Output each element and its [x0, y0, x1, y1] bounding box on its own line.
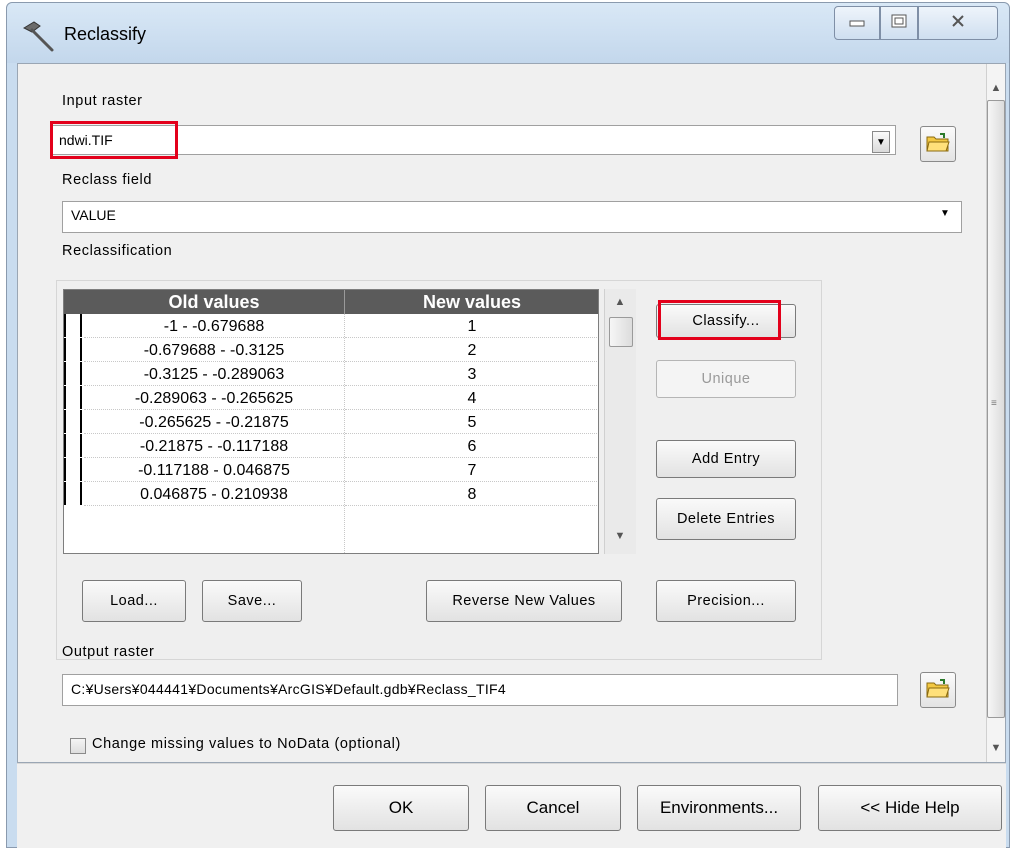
table-row[interactable]: -0.3125 - -0.289063 3 — [64, 362, 598, 386]
old-value-cell[interactable]: -1 - -0.679688 — [84, 314, 344, 338]
table-row[interactable]: -0.21875 - -0.117188 6 — [64, 434, 598, 458]
new-value-cell[interactable]: 6 — [345, 434, 598, 458]
table-header: Old values New values — [64, 290, 598, 314]
old-value-cell[interactable]: -0.117188 - 0.046875 — [84, 458, 344, 482]
folder-open-icon — [926, 678, 950, 703]
minimize-button[interactable] — [834, 6, 880, 40]
table-row[interactable]: -1 - -0.679688 1 — [64, 314, 598, 338]
unique-button[interactable]: Unique — [656, 360, 796, 398]
hide-help-button[interactable]: << Hide Help — [818, 785, 1002, 831]
reclass-field-value: VALUE — [71, 207, 116, 223]
nodata-checkbox-label[interactable]: Change missing values to NoData (optiona… — [92, 736, 401, 752]
old-value-cell[interactable]: -0.265625 - -0.21875 — [84, 410, 344, 434]
row-selector[interactable] — [64, 458, 82, 481]
row-selector[interactable] — [64, 314, 82, 337]
new-value-cell[interactable]: 3 — [345, 362, 598, 386]
cancel-button[interactable]: Cancel — [485, 785, 621, 831]
table-row[interactable]: -0.117188 - 0.046875 7 — [64, 458, 598, 482]
old-value-cell[interactable]: -0.21875 - -0.117188 — [84, 434, 344, 458]
precision-button[interactable]: Precision... — [656, 580, 796, 622]
folder-open-icon — [926, 132, 950, 157]
table-row[interactable]: 0.046875 - 0.210938 8 — [64, 482, 598, 506]
reverse-new-values-button[interactable]: Reverse New Values — [426, 580, 622, 622]
row-selector[interactable] — [64, 410, 82, 433]
new-value-cell[interactable]: 4 — [345, 386, 598, 410]
chevron-down-icon: ▼ — [876, 136, 886, 148]
old-value-cell[interactable]: -0.289063 - -0.265625 — [84, 386, 344, 410]
close-button[interactable] — [918, 6, 998, 40]
scroll-down-icon[interactable]: ▼ — [612, 530, 628, 542]
old-value-cell[interactable]: 0.046875 - 0.210938 — [84, 482, 344, 506]
table-row[interactable]: -0.265625 - -0.21875 5 — [64, 410, 598, 434]
table-row[interactable]: -0.289063 - -0.265625 4 — [64, 386, 598, 410]
input-raster-highlight — [50, 121, 178, 159]
old-value-cell[interactable]: -0.679688 - -0.3125 — [84, 338, 344, 362]
new-value-cell[interactable]: 7 — [345, 458, 598, 482]
maximize-button[interactable] — [880, 6, 918, 40]
output-raster-browse-button[interactable] — [920, 672, 956, 708]
new-value-cell[interactable]: 8 — [345, 482, 598, 506]
column-header-old: Old values — [168, 292, 260, 312]
input-raster-field[interactable]: ndwi.TIF — [52, 125, 896, 155]
output-raster-value: C:¥Users¥044441¥Documents¥ArcGIS¥Default… — [71, 681, 506, 697]
column-header-new: New values — [422, 292, 522, 312]
row-selector[interactable] — [64, 338, 82, 361]
output-raster-field[interactable]: C:¥Users¥044441¥Documents¥ArcGIS¥Default… — [62, 674, 898, 706]
input-raster-label: Input raster — [62, 93, 143, 109]
reclassification-label: Reclassification — [62, 243, 173, 259]
column-divider — [344, 314, 345, 553]
input-raster-dropdown[interactable]: ▼ — [872, 131, 890, 153]
row-selector[interactable] — [64, 386, 82, 409]
minimize-icon — [849, 14, 865, 32]
scroll-down-icon[interactable]: ▼ — [988, 742, 1004, 754]
scroll-up-icon[interactable]: ▲ — [612, 296, 628, 308]
maximize-icon — [891, 14, 907, 33]
output-raster-label: Output raster — [62, 644, 155, 660]
chevron-down-icon: ▼ — [940, 208, 950, 219]
scroll-up-icon[interactable]: ▲ — [988, 82, 1004, 94]
reclass-table[interactable]: Old values New values -1 - -0.679688 1 -… — [63, 289, 599, 554]
table-row[interactable]: -0.679688 - -0.3125 2 — [64, 338, 598, 362]
new-value-cell[interactable]: 5 — [345, 410, 598, 434]
classify-highlight — [658, 300, 781, 340]
main-scroll-thumb[interactable] — [987, 100, 1005, 718]
save-button[interactable]: Save... — [202, 580, 302, 622]
environments-button[interactable]: Environments... — [637, 785, 801, 831]
row-selector[interactable] — [64, 362, 82, 385]
new-value-cell[interactable]: 1 — [345, 314, 598, 338]
old-value-cell[interactable]: -0.3125 - -0.289063 — [84, 362, 344, 386]
close-icon — [951, 14, 965, 33]
window-title: Reclassify — [64, 24, 147, 44]
table-scroll-thumb[interactable] — [609, 317, 633, 347]
ok-button[interactable]: OK — [333, 785, 469, 831]
new-value-cell[interactable]: 2 — [345, 338, 598, 362]
nodata-checkbox[interactable] — [70, 738, 86, 754]
reclass-field-select[interactable]: VALUE — [62, 201, 962, 233]
reclass-field-label: Reclass field — [62, 172, 152, 188]
hammer-icon — [18, 18, 58, 54]
delete-entries-button[interactable]: Delete Entries — [656, 498, 796, 540]
add-entry-button[interactable]: Add Entry — [656, 440, 796, 478]
row-selector[interactable] — [64, 482, 82, 505]
grip-icon: ≡ — [991, 398, 997, 409]
row-selector[interactable] — [64, 434, 82, 457]
input-raster-browse-button[interactable] — [920, 126, 956, 162]
load-button[interactable]: Load... — [82, 580, 186, 622]
